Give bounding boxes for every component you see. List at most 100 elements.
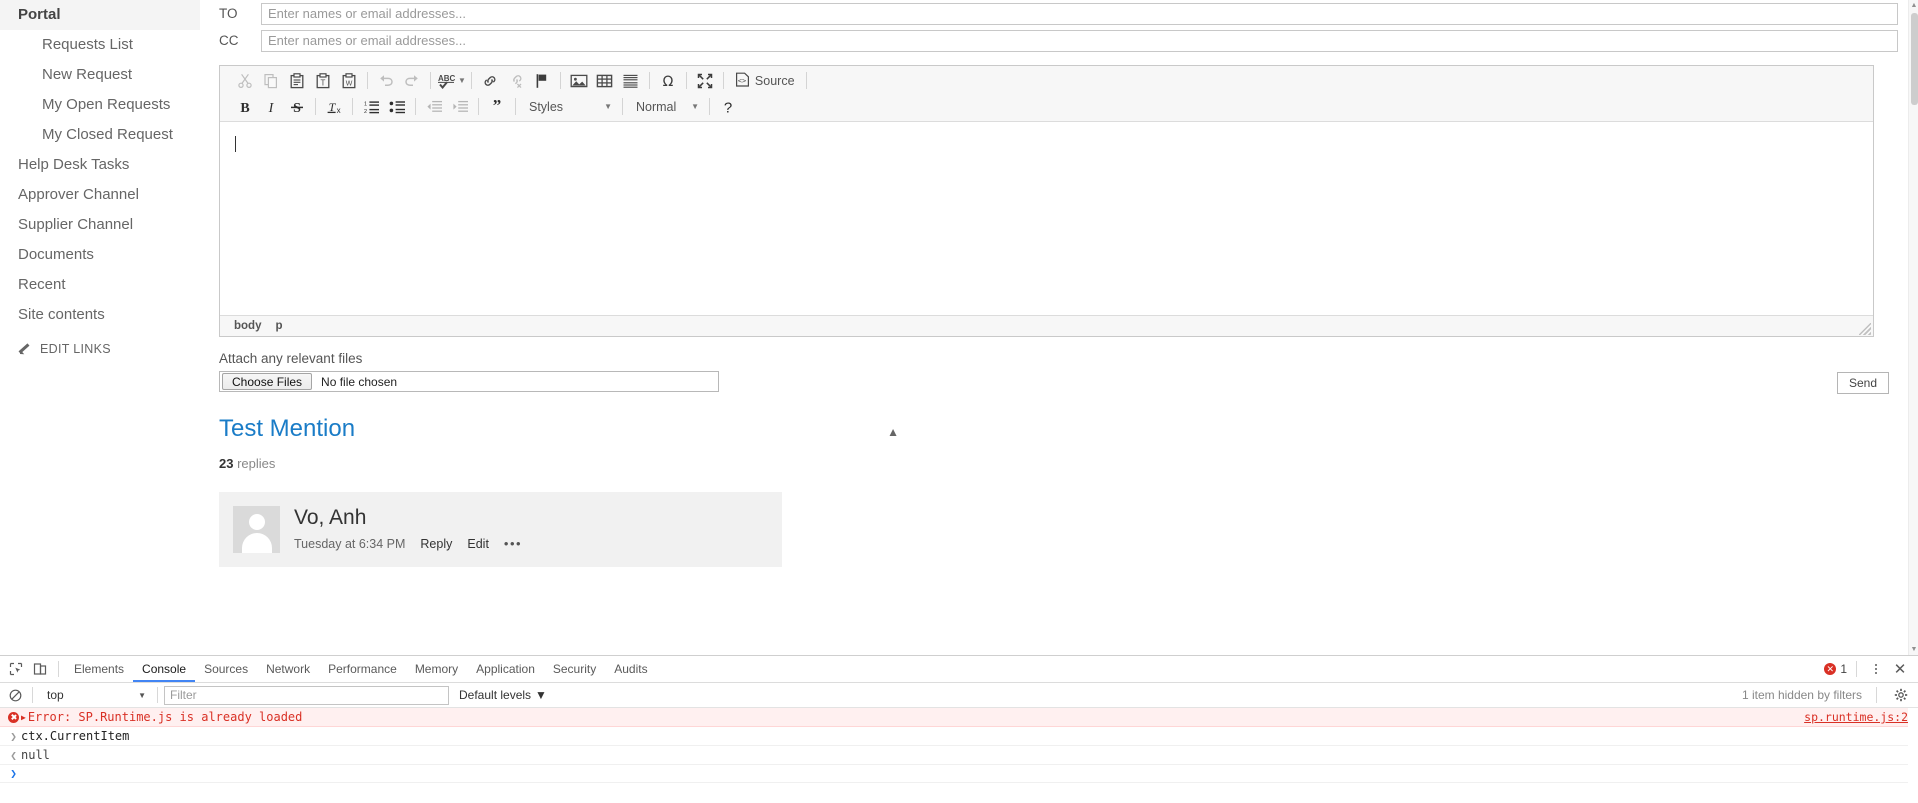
paste-text-icon[interactable]: T — [310, 70, 336, 92]
svg-text:Ω: Ω — [663, 74, 674, 89]
sidebar-item-supplier-channel[interactable]: Supplier Channel — [0, 210, 200, 240]
special-character-icon[interactable]: Ω — [655, 70, 681, 92]
bold-icon[interactable]: B — [232, 96, 258, 118]
devtools-toolbar-right: ✕ 1 ✕ — [1824, 658, 1918, 680]
error-count-badge[interactable]: ✕ 1 — [1824, 662, 1847, 676]
clear-console-icon[interactable] — [4, 684, 26, 706]
editor-toolbar-row-1: T W ABC ▼ Ω <> Source — [220, 66, 1873, 93]
devtools-tab-security[interactable]: Security — [544, 656, 605, 682]
toolbar-separator-6 — [685, 72, 687, 89]
scroll-up-arrow[interactable]: ▲ — [1909, 0, 1918, 11]
sidebar-item-requests-list[interactable]: Requests List — [0, 30, 200, 60]
devtools-tab-performance[interactable]: Performance — [319, 656, 406, 682]
post-author[interactable]: Vo, Anh — [294, 506, 522, 529]
sidebar-item-new-request[interactable]: New Request — [0, 60, 200, 90]
main-content: TO CC TWABC▼Ω<>Source BISTx12”Styles▼Nor… — [219, 0, 1898, 567]
scrollbar-thumb[interactable] — [1911, 13, 1918, 105]
console-source-link[interactable]: sp.runtime.js:2 — [1804, 710, 1918, 724]
error-count-value: 1 — [1840, 662, 1847, 676]
source-button[interactable]: <> Source — [729, 70, 801, 92]
execution-context-selector[interactable]: top ▼ — [39, 686, 151, 705]
horizontal-rule-icon[interactable] — [618, 70, 644, 92]
to-input[interactable] — [261, 2, 1898, 25]
send-button[interactable]: Send — [1837, 372, 1889, 394]
reply-link[interactable]: Reply — [420, 537, 452, 551]
edit-links-button[interactable]: EDIT LINKS — [0, 342, 200, 356]
edit-link[interactable]: Edit — [467, 537, 489, 551]
hidden-items-message: 1 item hidden by filters — [1741, 688, 1862, 702]
log-levels-selector[interactable]: Default levels ▼ — [459, 688, 547, 702]
filter-divider-2 — [157, 687, 158, 703]
element-path-body[interactable]: body — [234, 320, 261, 332]
console-output-text: null — [21, 748, 50, 762]
replies-word: replies — [237, 456, 276, 471]
blockquote-icon[interactable]: ” — [484, 96, 510, 118]
devtools-tab-memory[interactable]: Memory — [406, 656, 467, 682]
paste-icon[interactable] — [284, 70, 310, 92]
sidebar-item-site-contents[interactable]: Site contents — [0, 300, 200, 330]
chevron-down-icon-levels: ▼ — [535, 688, 547, 702]
sidebar-header-portal[interactable]: Portal — [0, 0, 200, 30]
format-dropdown[interactable]: Normal ▼ — [628, 96, 704, 118]
devtools-tab-sources[interactable]: Sources — [195, 656, 257, 682]
italic-icon[interactable]: I — [258, 96, 284, 118]
spellcheck-icon[interactable]: ABC — [436, 70, 462, 92]
cc-input[interactable] — [261, 29, 1898, 52]
bulleted-list-icon[interactable] — [384, 96, 410, 118]
devtools-tab-audits[interactable]: Audits — [605, 656, 656, 682]
maximize-icon[interactable] — [692, 70, 718, 92]
link-icon[interactable] — [477, 70, 503, 92]
filter-bar-right: 1 item hidden by filters — [1742, 685, 1918, 705]
help-icon[interactable]: ? — [715, 96, 741, 118]
more-actions-icon[interactable]: ••• — [504, 536, 522, 551]
sidebar-item-approver-channel[interactable]: Approver Channel — [0, 180, 200, 210]
page-scrollbar[interactable]: ▲ ▼ — [1908, 0, 1918, 655]
anchor-flag-icon[interactable] — [529, 70, 555, 92]
console-filter-input[interactable] — [164, 685, 449, 705]
console-row-error[interactable]: ▶ Error: SP.Runtime.js is already loaded s… — [0, 708, 1918, 727]
choose-files-button[interactable]: Choose Files — [222, 373, 313, 390]
console-row-output[interactable]: ❮ null — [0, 746, 1918, 765]
toolbar-separator-7 — [722, 72, 724, 89]
expand-triangle-icon[interactable]: ▶ — [21, 713, 26, 722]
sidebar-item-documents[interactable]: Documents — [0, 240, 200, 270]
conversation-title[interactable]: Test Mention — [219, 417, 355, 441]
close-devtools-icon[interactable]: ✕ — [1889, 658, 1911, 680]
devtools-tab-application[interactable]: Application — [467, 656, 544, 682]
sidebar-item-help-desk-tasks[interactable]: Help Desk Tasks — [0, 150, 200, 180]
scroll-down-arrow[interactable]: ▼ — [1909, 644, 1918, 655]
inspect-element-icon[interactable] — [4, 657, 28, 681]
toolbar-separator-5 — [648, 72, 650, 89]
toggle-device-toolbar-icon[interactable] — [28, 657, 52, 681]
devtools-tab-console[interactable]: Console — [133, 656, 195, 682]
chevron-up-icon[interactable]: ▲ — [887, 426, 899, 438]
sidebar-item-my-open-requests[interactable]: My Open Requests — [0, 90, 200, 120]
devtools-tab-network[interactable]: Network — [257, 656, 319, 682]
toolbar-separator-105 — [515, 98, 516, 115]
gear-icon[interactable] — [1891, 685, 1911, 705]
sidebar-item-recent[interactable]: Recent — [0, 270, 200, 300]
filter-divider — [32, 687, 33, 703]
console-row-prompt[interactable]: ❯ — [0, 765, 1918, 783]
table-icon[interactable] — [592, 70, 618, 92]
remove-format-icon[interactable]: Tx — [321, 96, 347, 118]
cc-row: CC — [219, 27, 1898, 54]
sidebar-item-my-closed-request[interactable]: My Closed Request — [0, 120, 200, 150]
toolbar-separator-4 — [559, 72, 561, 89]
console-row-input[interactable]: ❯ ctx.CurrentItem — [0, 727, 1918, 746]
strikethrough-icon[interactable]: S — [284, 96, 310, 118]
file-input[interactable]: Choose Files No file chosen — [219, 371, 719, 392]
devtools-tab-elements[interactable]: Elements — [65, 656, 133, 682]
devtools-more-menu-icon[interactable] — [1866, 659, 1886, 679]
numbered-list-icon[interactable]: 12 — [358, 96, 384, 118]
error-icon — [6, 711, 21, 723]
svg-text:”: ” — [493, 99, 502, 115]
console-scrollbar[interactable] — [1908, 708, 1918, 803]
input-arrow-icon: ❯ — [10, 729, 17, 743]
paste-from-word-icon[interactable]: W — [336, 70, 362, 92]
image-icon[interactable] — [566, 70, 592, 92]
editor-resize-handle[interactable] — [1859, 323, 1871, 335]
styles-dropdown[interactable]: Styles ▼ — [521, 96, 617, 118]
element-path-p[interactable]: p — [275, 320, 282, 332]
editor-content-area[interactable] — [220, 122, 1873, 315]
